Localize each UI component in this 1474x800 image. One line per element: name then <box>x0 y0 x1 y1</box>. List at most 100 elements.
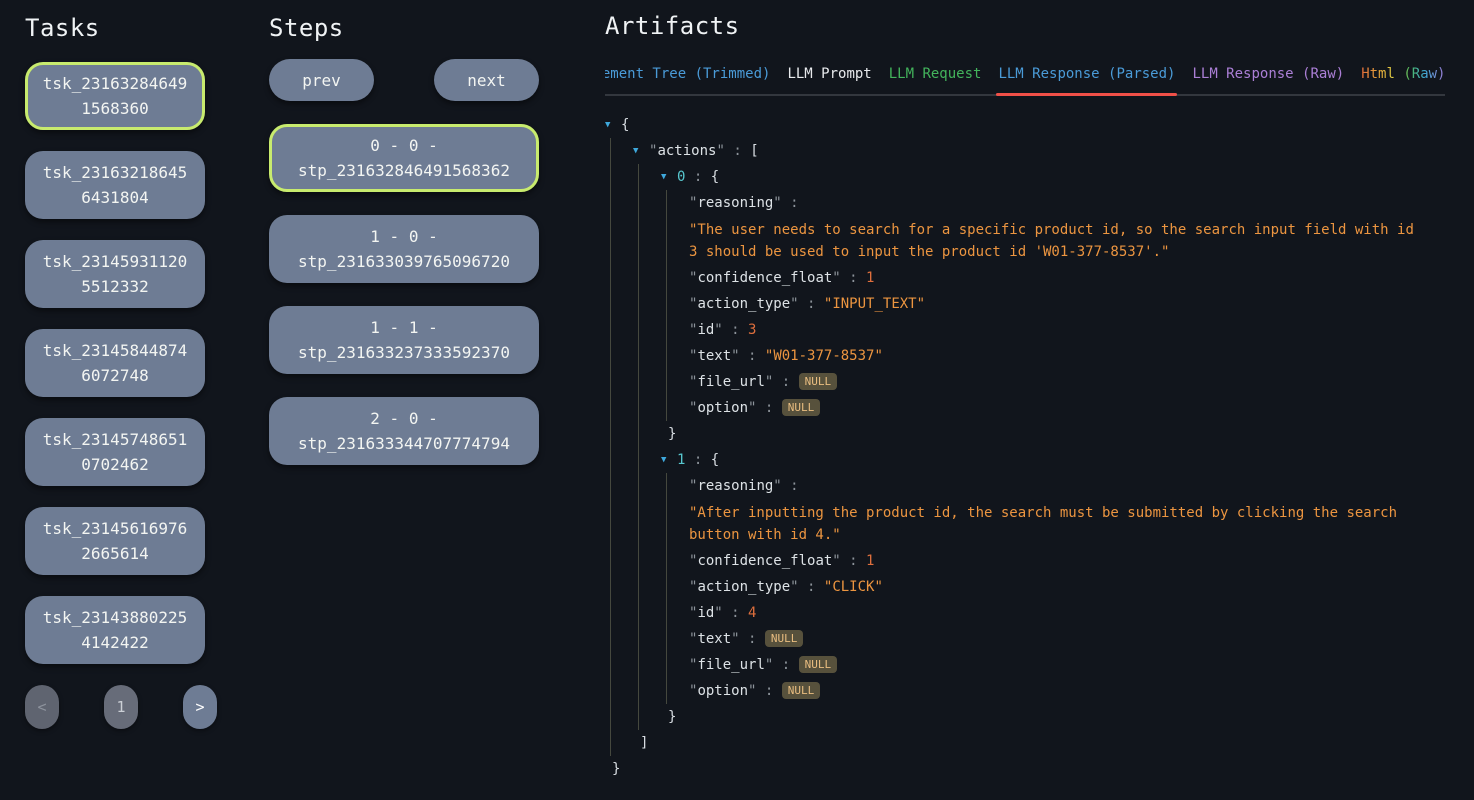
json-bracket: } <box>668 426 676 442</box>
prev-step-button[interactable]: prev <box>269 59 374 101</box>
tab-llm-response-raw[interactable]: LLM Response (Raw) <box>1192 66 1344 94</box>
tab-llm-prompt[interactable]: LLM Prompt <box>787 66 871 94</box>
task-button[interactable]: tsk_231438802254142422 <box>25 596 205 664</box>
next-step-button[interactable]: next <box>434 59 539 101</box>
steps-panel: Steps prev next 0 - 0 - stp_231632846491… <box>269 14 539 465</box>
json-key: confidence_float <box>697 270 832 286</box>
step-button[interactable]: 2 - 0 - stp_231633344707774794 <box>269 397 539 465</box>
json-quote: " <box>773 195 781 211</box>
json-quote: " <box>832 270 840 286</box>
tasks-panel: Tasks tsk_231632846491568360 tsk_23163218… <box>25 14 217 729</box>
pagination-prev-button[interactable]: < <box>25 685 59 729</box>
json-children-group: "reasoning" : "The user needs to search … <box>666 190 1419 421</box>
json-key: id <box>697 322 714 338</box>
json-line: "file_url" : NULL <box>689 369 1419 395</box>
collapse-arrow-icon[interactable]: ▼ <box>605 115 621 136</box>
json-line: "The user needs to search for a specific… <box>689 216 1419 265</box>
step-button-label: 1 - 0 - stp_231633039765096720 <box>281 224 527 274</box>
json-quote: " <box>731 348 739 364</box>
json-key: action_type <box>697 579 790 595</box>
json-line: ▼0 : { <box>661 164 1419 190</box>
json-colon: : <box>756 400 781 416</box>
pagination-page-button[interactable]: 1 <box>104 685 138 729</box>
json-key: reasoning <box>697 478 773 494</box>
json-key: text <box>697 348 731 364</box>
json-quote: " <box>716 143 724 159</box>
step-button[interactable]: 0 - 0 - stp_231632846491568362 <box>269 124 539 192</box>
json-line: } <box>661 704 1419 730</box>
json-line: ] <box>633 730 1419 756</box>
json-bracket: { <box>621 117 629 133</box>
json-number-value: 1 <box>866 270 874 286</box>
json-bracket: ] <box>640 735 648 751</box>
json-null-badge: NULL <box>782 682 821 699</box>
json-colon: : <box>799 579 824 595</box>
tasks-pagination: < 1 > <box>25 685 217 729</box>
json-key: action_type <box>697 296 790 312</box>
tab-llm-response-parsed[interactable]: LLM Response (Parsed) <box>998 66 1175 94</box>
step-button-label: 1 - 1 - stp_231633237333592370 <box>281 315 527 365</box>
json-colon: : <box>723 605 748 621</box>
json-line: "option" : NULL <box>689 678 1419 704</box>
json-line: } <box>605 756 1419 782</box>
tasks-title: Tasks <box>25 14 217 42</box>
json-string-value: "W01-377-8537" <box>765 348 883 364</box>
json-null-badge: NULL <box>799 373 838 390</box>
json-colon: : <box>723 322 748 338</box>
tab-llm-request[interactable]: LLM Request <box>889 66 982 94</box>
json-null-badge: NULL <box>782 399 821 416</box>
tab-element-tree-trimmed[interactable]: Element Tree (Trimmed) <box>605 66 770 94</box>
json-bracket: { <box>711 169 719 185</box>
steps-nav: prev next <box>269 59 539 101</box>
json-bracket: } <box>668 709 676 725</box>
task-button[interactable]: tsk_231632186456431804 <box>25 151 205 219</box>
json-quote: " <box>790 579 798 595</box>
json-colon: : <box>773 657 798 673</box>
json-line: ▼{ <box>605 112 1419 138</box>
json-line: "text" : NULL <box>689 626 1419 652</box>
json-quote: " <box>773 478 781 494</box>
pagination-next-button[interactable]: > <box>183 685 217 729</box>
json-key: file_url <box>697 374 764 390</box>
collapse-arrow-icon[interactable]: ▼ <box>661 450 677 471</box>
step-button[interactable]: 1 - 0 - stp_231633039765096720 <box>269 215 539 283</box>
json-line: ▼1 : { <box>661 447 1419 473</box>
json-colon: : <box>841 270 866 286</box>
json-null-badge: NULL <box>765 630 804 647</box>
json-line: "reasoning" : <box>689 473 1419 499</box>
json-line: "id" : 4 <box>689 600 1419 626</box>
step-list: 0 - 0 - stp_231632846491568362 1 - 0 - st… <box>269 124 539 465</box>
task-button[interactable]: tsk_231457486510702462 <box>25 418 205 486</box>
steps-title: Steps <box>269 14 539 42</box>
json-children-group: ▼"actions" : [▼0 : {"reasoning" : "The u… <box>610 138 1419 756</box>
json-line: "option" : NULL <box>689 395 1419 421</box>
artifact-tabs: Element Tree (Trimmed) LLM Prompt LLM Requ… <box>605 66 1445 96</box>
task-button[interactable]: tsk_231459311205512332 <box>25 240 205 308</box>
json-line: "id" : 3 <box>689 317 1419 343</box>
json-key: id <box>697 605 714 621</box>
task-button[interactable]: tsk_231458448746072748 <box>25 329 205 397</box>
json-bracket: { <box>711 452 719 468</box>
json-bracket: [ <box>750 143 758 159</box>
json-key: actions <box>657 143 716 159</box>
json-colon: : <box>685 452 710 468</box>
task-button[interactable]: tsk_231632846491568360 <box>25 62 205 130</box>
collapse-arrow-icon[interactable]: ▼ <box>661 167 677 188</box>
json-colon: : <box>740 631 765 647</box>
json-children-group: ▼0 : {"reasoning" : "The user needs to s… <box>638 164 1419 730</box>
step-button-label: 0 - 0 - stp_231632846491568362 <box>281 133 527 183</box>
json-key: text <box>697 631 731 647</box>
artifacts-panel: Artifacts Element Tree (Trimmed)LLM Prom… <box>605 12 1445 96</box>
collapse-arrow-icon[interactable]: ▼ <box>633 141 649 162</box>
json-number-value: 3 <box>748 322 756 338</box>
json-line: "text" : "W01-377-8537" <box>689 343 1419 369</box>
json-key: confidence_float <box>697 553 832 569</box>
step-button[interactable]: 1 - 1 - stp_231633237333592370 <box>269 306 539 374</box>
json-null-badge: NULL <box>799 656 838 673</box>
json-key: option <box>697 683 748 699</box>
json-string-value: "CLICK" <box>824 579 883 595</box>
tab-html-raw[interactable]: Html (Raw) <box>1361 66 1445 94</box>
json-string-value: "INPUT_TEXT" <box>824 296 925 312</box>
json-bracket: } <box>612 761 620 777</box>
task-button[interactable]: tsk_231456169762665614 <box>25 507 205 575</box>
